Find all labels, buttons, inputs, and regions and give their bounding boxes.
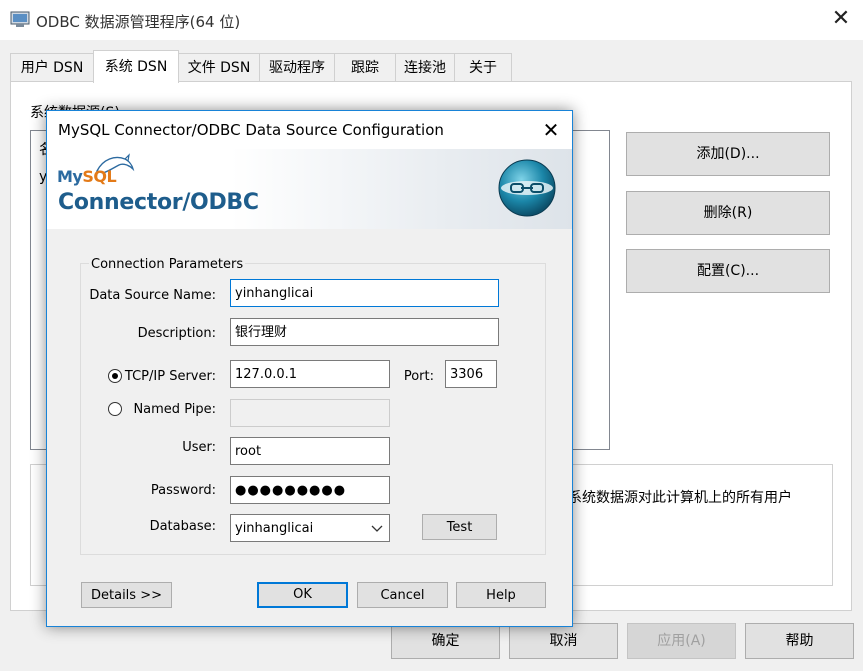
description-input[interactable]: 银行理财 [230,318,499,346]
password-input[interactable]: ●●●●●●●●● [230,476,390,504]
tab-system-dsn[interactable]: 系统 DSN [93,50,179,83]
database-selected-value: yinhanglicai [235,521,314,536]
mysql-logo-sql: SQL [82,167,117,186]
description-text: 系统数据源对此计算机上的所有用户 [568,490,792,506]
dialog-help-button[interactable]: Help [456,582,546,608]
tab-user-dsn[interactable]: 用户 DSN [10,53,94,82]
odbc-app-icon [10,11,30,27]
dialog-title: MySQL Connector/ODBC Data Source Configu… [58,121,444,139]
dialog-ok-button[interactable]: OK [257,582,348,608]
mysql-logo-my: My [57,167,83,186]
description-label: Description: [137,326,216,341]
dialog-cancel-button[interactable]: Cancel [357,582,448,608]
tab-file-dsn[interactable]: 文件 DSN [178,53,260,82]
dsn-label: Data Source Name: [89,288,216,303]
tcp-ip-label: TCP/IP Server: [124,369,216,384]
apply-button[interactable]: 应用(A) [627,623,736,659]
tab-drivers[interactable]: 驱动程序 [259,53,335,82]
connector-odbc-title: Connector/ODBC [58,190,259,215]
configure-button[interactable]: 配置(C)... [626,249,830,293]
dialog-close-icon[interactable]: ✕ [537,117,565,143]
mysql-logo: MySQL [57,167,117,186]
tab-about[interactable]: 关于 [454,53,512,82]
add-button[interactable]: 添加(D)... [626,132,830,176]
chevron-down-icon [371,525,383,532]
port-input[interactable]: 3306 [445,360,497,388]
help-button[interactable]: 帮助 [745,623,854,659]
user-label: User: [182,440,216,455]
tcp-ip-server-input[interactable]: 127.0.0.1 [230,360,390,388]
connection-parameters-label: Connection Parameters [89,257,246,272]
ok-button[interactable]: 确定 [391,623,500,659]
database-select[interactable]: yinhanglicai [230,514,390,542]
dsn-input[interactable]: yinhanglicai [230,279,499,307]
test-button[interactable]: Test [422,514,497,540]
password-label: Password: [150,483,216,498]
tab-connection-pooling[interactable]: 连接池 [395,53,455,82]
named-pipe-input[interactable] [230,399,390,427]
dialog-titlebar: MySQL Connector/ODBC Data Source Configu… [47,111,572,149]
odbc-close-icon[interactable]: ✕ [826,6,856,32]
connector-globe-icon [498,159,556,217]
tab-tracing[interactable]: 跟踪 [334,53,396,82]
cancel-button[interactable]: 取消 [509,623,618,659]
remove-button[interactable]: 删除(R) [626,191,830,235]
odbc-window-title: ODBC 数据源管理程序(64 位) [36,13,241,31]
odbc-titlebar: ODBC 数据源管理程序(64 位) ✕ [0,0,863,40]
mysql-banner: MySQL Connector/ODBC [47,149,572,229]
user-input[interactable]: root [230,437,390,465]
database-label: Database: [149,519,216,534]
details-button[interactable]: Details >> [81,582,172,608]
named-pipe-label: Named Pipe: [133,402,216,417]
port-label: Port: [403,369,434,384]
